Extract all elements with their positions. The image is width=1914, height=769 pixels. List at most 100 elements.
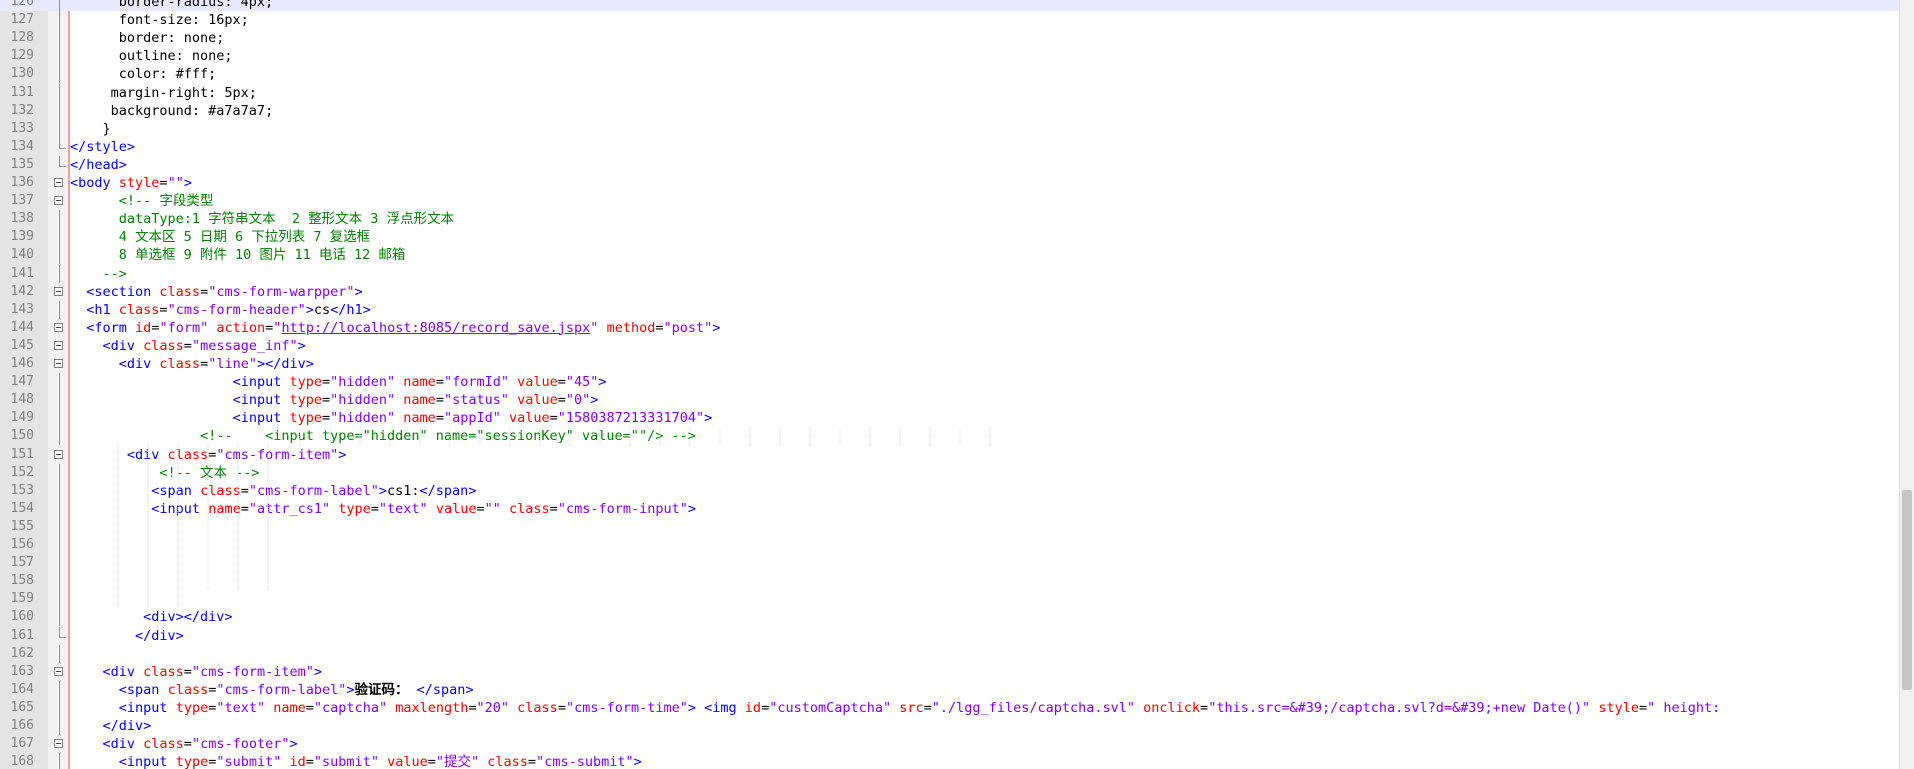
- code-token: }: [70, 120, 111, 137]
- code-line[interactable]: 155: [0, 517, 1900, 536]
- code-text[interactable]: }: [70, 120, 111, 138]
- code-line[interactable]: 154 <input name="attr_cs1" type="text" v…: [0, 499, 1900, 518]
- code-line[interactable]: 138 dataType:1 字符串文本 2 整形文本 3 浮点形文本: [0, 210, 1900, 229]
- code-line[interactable]: 131 margin-right: 5px;: [0, 83, 1900, 102]
- code-line[interactable]: 148 <input type="hidden" name="status" v…: [0, 391, 1900, 410]
- code-text[interactable]: <input type="submit" id="submit" value="…: [70, 753, 642, 769]
- code-text[interactable]: <div class="line"></div>: [70, 355, 314, 373]
- code-text[interactable]: <div></div>: [70, 608, 232, 626]
- code-token: "hidden": [330, 374, 396, 391]
- code-text[interactable]: <input type="hidden" name="status" value…: [70, 391, 599, 409]
- code-line[interactable]: 133 }: [0, 119, 1900, 138]
- fold-toggle-icon[interactable]: [54, 739, 63, 749]
- code-line[interactable]: 152 <!-- 文本 -->: [0, 463, 1900, 482]
- code-text[interactable]: <!-- <input type="hidden" name="sessionK…: [70, 427, 696, 445]
- code-text[interactable]: <div class="cms-form-item">: [70, 446, 346, 464]
- code-text[interactable]: <input name="attr_cs1" type="text" value…: [70, 500, 696, 518]
- code-text[interactable]: <input type="text" name="captcha" maxlen…: [70, 699, 1721, 717]
- fold-toggle-icon[interactable]: [54, 196, 63, 206]
- code-line[interactable]: 134 </style>: [0, 137, 1900, 156]
- code-token: "customCaptcha": [769, 699, 892, 716]
- code-text[interactable]: <span class="cms-form-label">cs1:</span>: [70, 482, 476, 500]
- code-line[interactable]: 159: [0, 590, 1900, 609]
- code-text[interactable]: <input type="hidden" name="formId" value…: [70, 373, 607, 391]
- code-line[interactable]: 160 <div></div>: [0, 608, 1900, 627]
- code-text[interactable]: <!-- 字段类型: [70, 192, 214, 210]
- code-text[interactable]: </style>: [70, 138, 135, 156]
- code-line[interactable]: 144 <form id="form" action="http://local…: [0, 319, 1900, 337]
- code-text[interactable]: background: #a7a7a7;: [70, 102, 274, 120]
- line-number: 127: [10, 12, 34, 28]
- code-text[interactable]: margin-right: 5px;: [70, 84, 257, 102]
- code-text[interactable]: -->: [70, 265, 127, 283]
- code-text[interactable]: <!-- 文本 -->: [70, 464, 259, 482]
- code-line[interactable]: 149 <input type="hidden" name="appId" va…: [0, 409, 1900, 428]
- fold-toggle-icon[interactable]: [54, 286, 63, 296]
- code-line[interactable]: 145 <div class="message_inf">: [0, 337, 1900, 355]
- code-text[interactable]: <input type="hidden" name="appId" value=…: [70, 409, 713, 427]
- code-text[interactable]: <div class="message_inf">: [70, 337, 306, 355]
- code-line[interactable]: 139 4 文本区 5 日期 6 下拉列表 7 复选框: [0, 228, 1900, 247]
- code-line[interactable]: 151 <div class="cms-form-item">: [0, 446, 1900, 464]
- code-line[interactable]: 162: [0, 644, 1900, 663]
- code-line[interactable]: 127 font-size: 16px;: [0, 11, 1900, 30]
- code-line[interactable]: 141 -->: [0, 264, 1900, 283]
- code-text[interactable]: dataType:1 字符串文本 2 整形文本 3 浮点形文本: [70, 210, 454, 228]
- code-text[interactable]: <section class="cms-form-warpper">: [70, 283, 362, 301]
- code-line[interactable]: 156: [0, 536, 1900, 554]
- code-line[interactable]: 140 8 单选框 9 附件 10 图片 11 电话 12 邮箱: [0, 246, 1900, 265]
- code-text[interactable]: </head>: [70, 156, 127, 174]
- code-line[interactable]: 166 </div>: [0, 717, 1900, 735]
- code-line[interactable]: 136 <body style="">: [0, 174, 1900, 192]
- code-line[interactable]: 128 border: none;: [0, 29, 1900, 48]
- code-token: http://localhost:8085/record_save.jspx: [281, 319, 591, 336]
- fold-toggle-icon[interactable]: [54, 322, 63, 332]
- code-line[interactable]: 130 color: #fff;: [0, 65, 1900, 84]
- code-text[interactable]: <div class="cms-form-item">: [70, 663, 322, 681]
- code-line[interactable]: 126 border-radius: 4px;: [0, 0, 1900, 11]
- code-text[interactable]: border-radius: 4px;: [70, 0, 273, 11]
- code-text[interactable]: <span class="cms-form-label">验证码： </span…: [70, 681, 474, 699]
- code-line[interactable]: 161 </div>: [0, 626, 1900, 645]
- fold-toggle-icon[interactable]: [54, 340, 63, 350]
- code-line[interactable]: 137 <!-- 字段类型: [0, 192, 1900, 210]
- code-text[interactable]: 8 单选框 9 附件 10 图片 11 电话 12 邮箱: [70, 246, 406, 264]
- code-text[interactable]: <div class="cms-footer">: [70, 735, 298, 753]
- fold-toggle-icon[interactable]: [54, 666, 63, 676]
- code-line[interactable]: 164 <span class="cms-form-label">验证码： </…: [0, 680, 1900, 699]
- code-line[interactable]: 132 background: #a7a7a7;: [0, 101, 1900, 120]
- code-line[interactable]: 142 <section class="cms-form-warpper">: [0, 283, 1900, 301]
- code-line[interactable]: 163 <div class="cms-form-item">: [0, 663, 1900, 681]
- code-text[interactable]: </div>: [70, 627, 184, 645]
- code-editor[interactable]: 126 border-radius: 4px; 127 font-size: 16…: [0, 0, 1914, 769]
- code-line[interactable]: 147 <input type="hidden" name="formId" v…: [0, 373, 1900, 392]
- code-text[interactable]: </div>: [70, 717, 152, 735]
- code-line[interactable]: 135 </head>: [0, 155, 1900, 174]
- fold-toggle-icon[interactable]: [54, 359, 63, 368]
- code-line[interactable]: 157: [0, 554, 1900, 573]
- code-line[interactable]: 153 <span class="cms-form-label">cs1:</s…: [0, 481, 1900, 500]
- code-line[interactable]: 167 <div class="cms-footer">: [0, 735, 1900, 753]
- code-line[interactable]: 129 outline: none;: [0, 47, 1900, 66]
- code-text[interactable]: color: #fff;: [70, 65, 217, 83]
- code-text[interactable]: outline: none;: [70, 47, 233, 65]
- vertical-scrollbar[interactable]: [1899, 0, 1914, 769]
- code-token: <input: [151, 500, 209, 517]
- code-text[interactable]: <body style="">: [70, 174, 192, 192]
- fold-toggle-icon[interactable]: [54, 449, 63, 459]
- code-text[interactable]: font-size: 16px;: [70, 11, 249, 29]
- scrollbar-thumb[interactable]: [1902, 490, 1912, 690]
- code-line[interactable]: 146 <div class="line"></div>: [0, 355, 1900, 373]
- fold-toggle-icon[interactable]: [54, 178, 63, 187]
- code-line[interactable]: 158: [0, 572, 1900, 591]
- code-text[interactable]: 4 文本区 5 日期 6 下拉列表 7 复选框: [70, 228, 370, 246]
- code-line[interactable]: 143 <h1 class="cms-form-header">cs</h1>: [0, 300, 1900, 319]
- code-line[interactable]: 165 <input type="text" name="captcha" ma…: [0, 698, 1900, 717]
- code-token: "0": [565, 392, 591, 409]
- code-line[interactable]: 150 <!-- <input type="hidden" name="sess…: [0, 427, 1900, 446]
- code-text[interactable]: <form id="form" action="http://localhost…: [70, 319, 720, 337]
- code-text[interactable]: <h1 class="cms-form-header">cs</h1>: [70, 301, 371, 319]
- code-line[interactable]: 168 <input type="submit" id="submit" val…: [0, 753, 1900, 769]
- code-text[interactable]: border: none;: [70, 29, 225, 47]
